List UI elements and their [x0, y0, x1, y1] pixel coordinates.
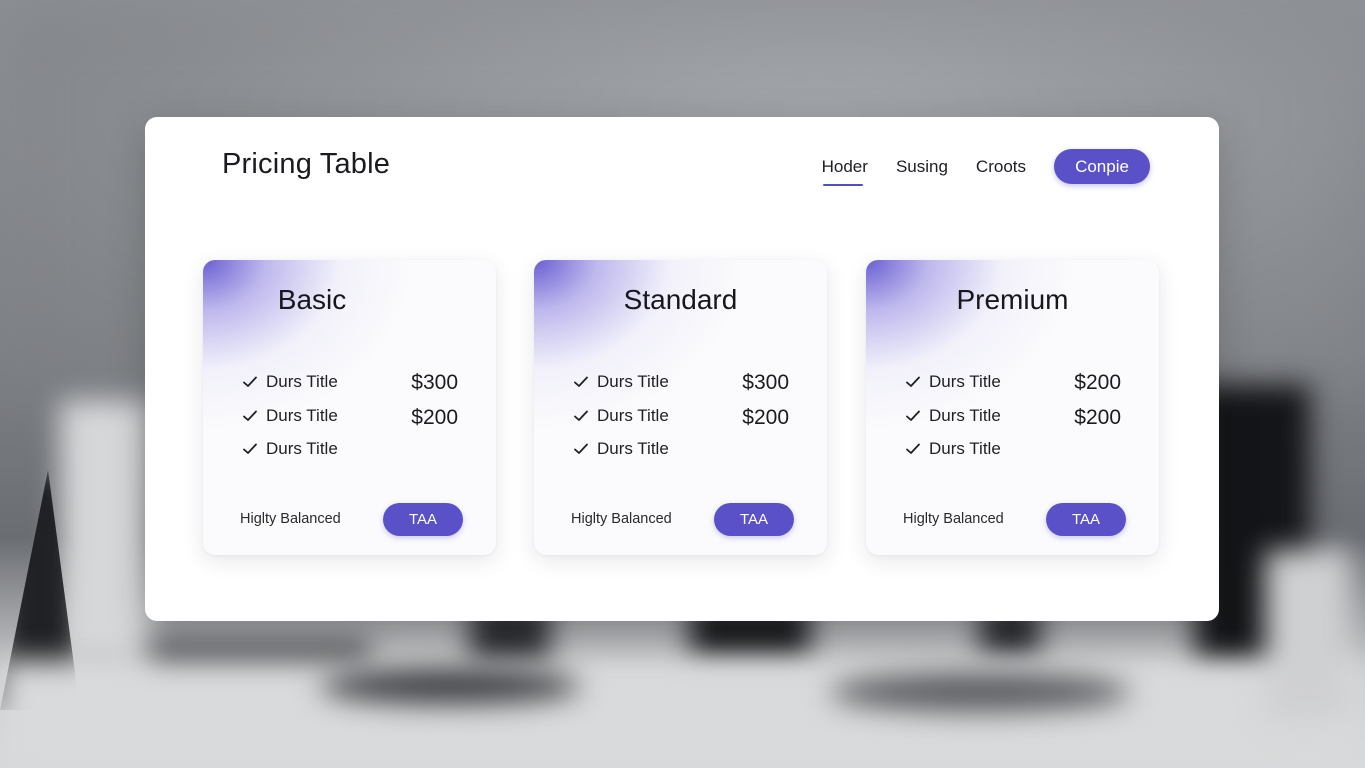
check-icon	[574, 376, 588, 387]
check-icon	[906, 443, 920, 454]
nav-link-susing[interactable]: Susing	[896, 150, 948, 184]
top-nav: Hoder Susing Croots Conpie	[822, 149, 1150, 186]
price-value: $200	[411, 406, 458, 429]
feature-item: Durs Title	[241, 439, 338, 459]
feature-item: Durs Title	[572, 439, 669, 459]
feature-item: Durs Title	[904, 406, 1001, 426]
feature-label: Durs Title	[597, 406, 669, 425]
feature-item: Durs Title	[572, 372, 669, 392]
price-value: $300	[411, 371, 458, 394]
background-desk	[0, 660, 1365, 768]
price-value: $300	[742, 371, 789, 394]
feature-item: Durs Title	[904, 372, 1001, 392]
price-value: $200	[1074, 406, 1121, 429]
feature-label: Durs Title	[929, 439, 1001, 458]
check-icon	[243, 443, 257, 454]
background-object	[830, 672, 1130, 712]
select-plan-button[interactable]: TAA	[1046, 503, 1126, 536]
feature-item: Durs Title	[904, 439, 1001, 459]
feature-item: Durs Title	[572, 406, 669, 426]
page-title: Pricing Table	[222, 148, 391, 180]
feature-item: Durs Title	[241, 406, 338, 426]
nav-link-hoder[interactable]: Hoder	[822, 150, 868, 186]
check-icon	[243, 410, 257, 421]
feature-label: Durs Title	[597, 372, 669, 391]
card-footer-note: Higlty Balanced	[571, 511, 672, 527]
feature-label: Durs Title	[266, 439, 338, 458]
price-value: $200	[742, 406, 789, 429]
plan-name: Standard	[623, 284, 738, 315]
background-object	[320, 668, 580, 704]
select-plan-button[interactable]: TAA	[383, 503, 463, 536]
plan-name: Premium	[956, 284, 1069, 315]
background-cup	[1265, 550, 1350, 720]
nav-link-croots[interactable]: Croots	[976, 150, 1026, 184]
pricing-panel: Pricing Table Hoder Susing Croots Conpie…	[145, 117, 1219, 621]
card-footer-note: Higlty Balanced	[903, 511, 1004, 527]
feature-item: Durs Title	[241, 372, 338, 392]
background-lamp	[60, 400, 150, 660]
check-icon	[574, 443, 588, 454]
price-value: $200	[1074, 371, 1121, 394]
check-icon	[906, 376, 920, 387]
pricing-card-standard: Standard Durs Title Durs Title Durs Titl…	[534, 260, 827, 555]
feature-label: Durs Title	[597, 439, 669, 458]
nav-cta-button[interactable]: Conpie	[1054, 149, 1150, 184]
feature-label: Durs Title	[266, 372, 338, 391]
check-icon	[906, 410, 920, 421]
feature-label: Durs Title	[929, 406, 1001, 425]
check-icon	[243, 376, 257, 387]
plan-name: Basic	[277, 284, 347, 315]
pricing-card-premium: Premium Durs Title Durs Title Durs Title…	[866, 260, 1159, 555]
pricing-card-basic: Basic Durs Title Durs Title Durs Title $…	[203, 260, 496, 555]
select-plan-button[interactable]: TAA	[714, 503, 794, 536]
card-footer-note: Higlty Balanced	[240, 511, 341, 527]
feature-label: Durs Title	[266, 406, 338, 425]
check-icon	[574, 410, 588, 421]
feature-label: Durs Title	[929, 372, 1001, 391]
